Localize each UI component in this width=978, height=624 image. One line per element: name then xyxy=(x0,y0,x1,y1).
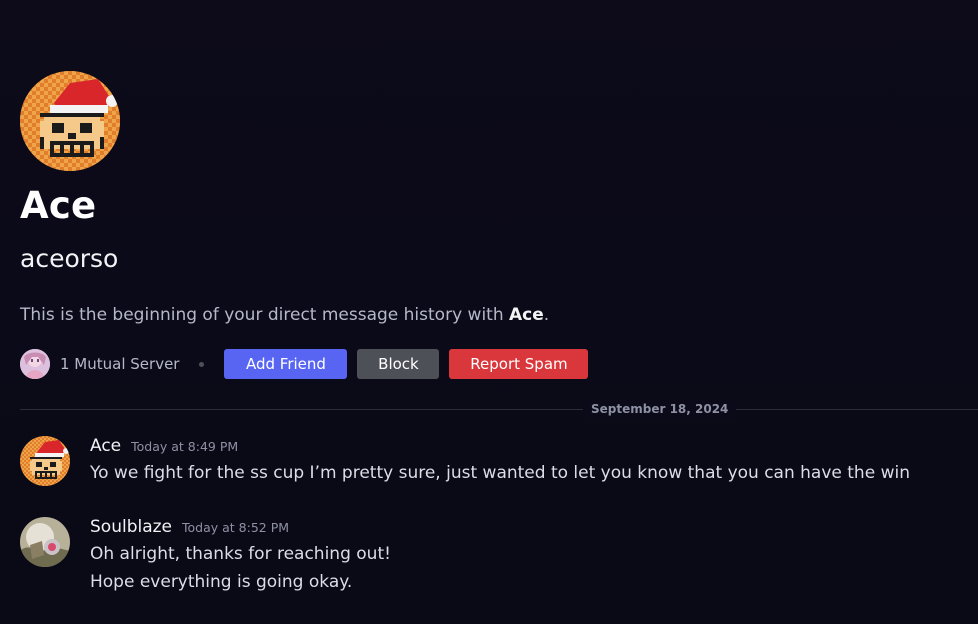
pixel-skull-avatar-icon xyxy=(20,71,120,171)
pixel-skull-avatar-icon xyxy=(20,436,70,486)
report-spam-button[interactable]: Report Spam xyxy=(449,349,589,379)
dm-intro-text: This is the beginning of your direct mes… xyxy=(20,305,549,325)
dm-channel: Ace aceorso This is the beginning of you… xyxy=(0,0,978,624)
message-timestamp: Today at 8:49 PM xyxy=(131,439,239,454)
mutual-servers-link[interactable]: 1 Mutual Server xyxy=(60,355,179,373)
message-header: Ace Today at 8:49 PM xyxy=(90,436,238,456)
date-divider-line xyxy=(20,409,978,410)
message-author[interactable]: Ace xyxy=(90,436,121,456)
user-avatar-icon xyxy=(20,517,70,567)
message-text: Oh alright, thanks for reaching out! xyxy=(90,544,391,564)
message-text: Yo we fight for the ss cup I’m pretty su… xyxy=(90,463,910,483)
profile-display-name: Ace xyxy=(20,184,97,227)
message-timestamp: Today at 8:52 PM xyxy=(182,520,290,535)
intro-prefix: This is the beginning of your direct mes… xyxy=(20,305,510,325)
separator-dot xyxy=(199,361,205,367)
message-avatar[interactable] xyxy=(20,517,70,567)
intro-suffix: . xyxy=(543,305,550,325)
profile-avatar[interactable] xyxy=(20,71,120,171)
block-button[interactable]: Block xyxy=(357,349,440,379)
message-author[interactable]: Soulblaze xyxy=(90,517,172,537)
intro-name: Ace xyxy=(509,305,544,325)
add-friend-button[interactable]: Add Friend xyxy=(224,349,348,379)
message-text: Hope everything is going okay. xyxy=(90,572,353,592)
profile-actions-row: 1 Mutual Server Add Friend Block Report … xyxy=(20,349,598,379)
message-header: Soulblaze Today at 8:52 PM xyxy=(90,517,289,537)
date-divider-label: September 18, 2024 xyxy=(583,400,737,418)
message-avatar[interactable] xyxy=(20,436,70,486)
profile-username: aceorso xyxy=(20,244,119,273)
server-icon[interactable] xyxy=(20,349,50,379)
anime-server-icon xyxy=(20,349,50,379)
